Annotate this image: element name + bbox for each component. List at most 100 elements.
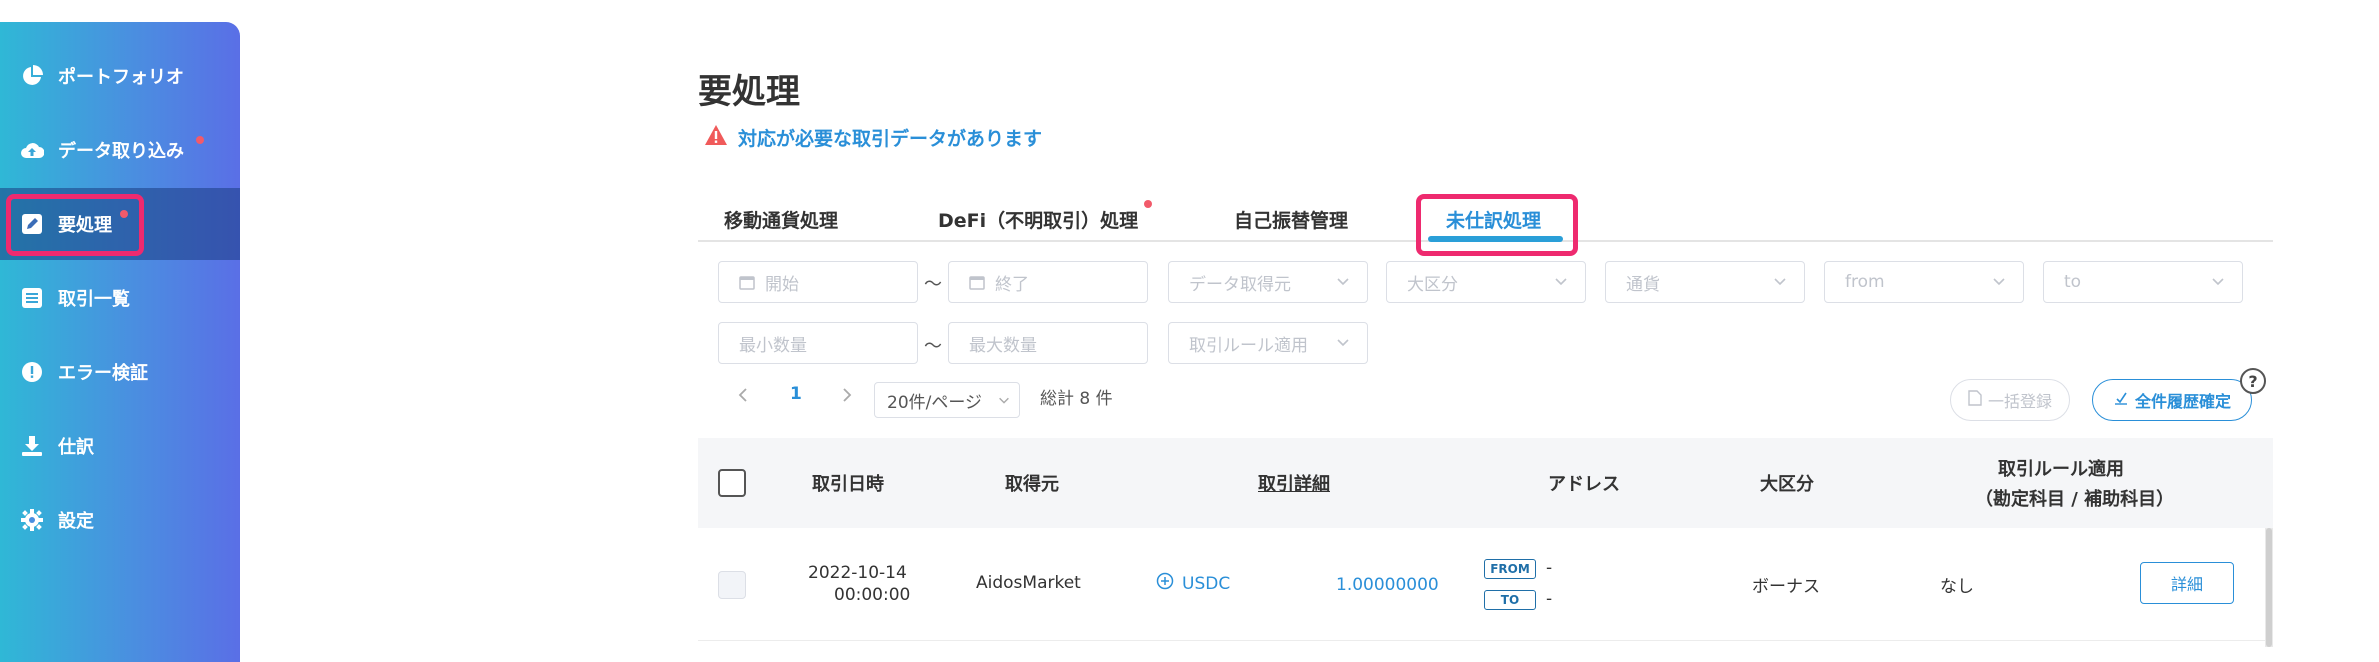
source-placeholder: データ取得元 bbox=[1189, 274, 1291, 295]
tab-defi[interactable]: DeFi（不明取引）処理 bbox=[938, 206, 1138, 233]
table-header bbox=[698, 438, 2273, 528]
page-number[interactable]: 1 bbox=[790, 384, 802, 404]
rule-select[interactable]: 取引ルール適用 bbox=[1168, 322, 1368, 364]
sidebar-item-data-import[interactable]: データ取り込み bbox=[0, 114, 240, 186]
end-date-placeholder: 終了 bbox=[995, 274, 1029, 295]
header-detail[interactable]: 取引詳細 bbox=[1258, 470, 1330, 496]
tab-self-transfer[interactable]: 自己振替管理 bbox=[1234, 206, 1348, 233]
from-placeholder: from bbox=[1845, 272, 1885, 292]
list-icon bbox=[20, 286, 44, 310]
highlight-box-tab bbox=[1416, 194, 1578, 256]
download-icon bbox=[20, 434, 44, 458]
confirm-all-button[interactable]: 全件履歴確定 bbox=[2092, 379, 2252, 421]
chevron-down-icon bbox=[1991, 273, 2007, 294]
sidebar-item-label: 設定 bbox=[58, 511, 94, 532]
max-quantity-placeholder: 最大数量 bbox=[969, 335, 1037, 356]
sidebar-item-portfolio[interactable]: ポートフォリオ bbox=[0, 40, 240, 112]
row-checkbox[interactable] bbox=[718, 571, 746, 599]
calendar-icon bbox=[969, 274, 985, 290]
row-divider bbox=[698, 640, 2265, 641]
row-currency-label: USDC bbox=[1182, 573, 1231, 594]
row-time: 00:00:00 bbox=[834, 585, 911, 605]
sidebar-item-label: データ取り込み bbox=[58, 141, 184, 162]
select-all-checkbox[interactable] bbox=[718, 469, 746, 497]
sidebar-item-label: エラー検証 bbox=[58, 363, 148, 384]
document-icon bbox=[1968, 390, 1982, 410]
page-title: 要処理 bbox=[698, 72, 800, 112]
alert-circle-icon bbox=[20, 360, 44, 384]
confirm-all-label: 全件履歴確定 bbox=[2134, 392, 2231, 411]
start-date-placeholder: 開始 bbox=[765, 274, 799, 295]
row-source: AidosMarket bbox=[976, 573, 1081, 593]
chevron-down-icon bbox=[1772, 273, 1788, 294]
row-date: 2022-10-14 bbox=[808, 563, 907, 583]
to-select[interactable]: to bbox=[2043, 261, 2243, 303]
chevron-down-icon bbox=[1553, 273, 1569, 294]
chevron-down-icon bbox=[1335, 273, 1351, 294]
sidebar-item-label: 仕訳 bbox=[58, 437, 94, 458]
header-category: 大区分 bbox=[1760, 474, 1814, 495]
to-tag: TO bbox=[1484, 590, 1536, 610]
header-address: アドレス bbox=[1548, 474, 1620, 495]
plus-circle-icon bbox=[1156, 572, 1174, 595]
header-rule-line1: 取引ルール適用 bbox=[1998, 459, 2124, 480]
row-from-address: - bbox=[1546, 558, 1553, 578]
table-scrollbar-thumb[interactable] bbox=[2266, 528, 2272, 647]
check-edit-icon bbox=[2113, 390, 2129, 410]
chevron-down-icon bbox=[997, 392, 1011, 412]
prev-page-icon[interactable] bbox=[736, 386, 750, 409]
sidebar-item-settings[interactable]: 設定 bbox=[0, 484, 240, 556]
chevron-down-icon bbox=[2210, 273, 2226, 294]
min-quantity-placeholder: 最小数量 bbox=[739, 335, 807, 356]
row-category: ボーナス bbox=[1752, 577, 1820, 597]
min-quantity-input[interactable]: 最小数量 bbox=[718, 322, 918, 364]
warning-message: 対応が必要な取引データがあります bbox=[704, 124, 1042, 151]
category-placeholder: 大区分 bbox=[1407, 274, 1458, 295]
range-separator: 〜 bbox=[924, 274, 942, 295]
cloud-upload-icon bbox=[20, 138, 44, 162]
currency-placeholder: 通貨 bbox=[1626, 274, 1660, 295]
row-rule: なし bbox=[1940, 577, 1974, 597]
from-tag: FROM bbox=[1484, 559, 1536, 579]
gear-icon bbox=[20, 508, 44, 532]
sidebar-item-transactions[interactable]: 取引一覧 bbox=[0, 262, 240, 334]
pie-chart-icon bbox=[20, 64, 44, 88]
sidebar-item-label: ポートフォリオ bbox=[58, 67, 184, 88]
row-amount: 1.00000000 bbox=[1336, 575, 1439, 595]
bulk-register-button[interactable]: 一括登録 bbox=[1950, 379, 2070, 421]
start-date-input[interactable]: 開始 bbox=[718, 261, 918, 303]
sidebar-item-error-check[interactable]: エラー検証 bbox=[0, 336, 240, 408]
to-placeholder: to bbox=[2064, 272, 2082, 292]
category-select[interactable]: 大区分 bbox=[1386, 261, 1586, 303]
page-size-value: 20件/ページ bbox=[887, 392, 983, 413]
sidebar-item-label: 取引一覧 bbox=[58, 289, 130, 310]
source-select[interactable]: データ取得元 bbox=[1168, 261, 1368, 303]
notification-dot bbox=[196, 136, 204, 144]
detail-button[interactable]: 詳細 bbox=[2140, 562, 2234, 604]
end-date-input[interactable]: 終了 bbox=[948, 261, 1148, 303]
help-icon[interactable]: ? bbox=[2240, 368, 2266, 394]
header-source: 取得元 bbox=[1005, 474, 1059, 495]
range-separator: 〜 bbox=[924, 336, 942, 357]
currency-select[interactable]: 通貨 bbox=[1605, 261, 1805, 303]
tab-moving-currency[interactable]: 移動通貨処理 bbox=[724, 206, 838, 233]
sidebar-item-journal[interactable]: 仕訳 bbox=[0, 410, 240, 482]
header-rule-line2: （勘定科目 / 補助科目） bbox=[1975, 489, 2175, 510]
bulk-register-label: 一括登録 bbox=[1987, 392, 2052, 411]
calendar-icon bbox=[739, 274, 755, 290]
warning-icon bbox=[704, 124, 728, 151]
notification-dot bbox=[1144, 200, 1152, 208]
highlight-box-sidebar bbox=[6, 194, 144, 256]
page-size-select[interactable]: 20件/ページ bbox=[874, 382, 1020, 418]
max-quantity-input[interactable]: 最大数量 bbox=[948, 322, 1148, 364]
row-to-address: - bbox=[1546, 589, 1553, 609]
sidebar: ポートフォリオ データ取り込み 要処理 取引一覧 エラー検証 仕訳 設定 bbox=[0, 22, 240, 662]
header-datetime[interactable]: 取引日時 bbox=[812, 470, 884, 496]
next-page-icon[interactable] bbox=[840, 386, 854, 409]
chevron-down-icon bbox=[1335, 334, 1351, 355]
total-count: 総計 8 件 bbox=[1040, 389, 1113, 409]
rule-placeholder: 取引ルール適用 bbox=[1189, 335, 1308, 356]
from-select[interactable]: from bbox=[1824, 261, 2024, 303]
row-currency[interactable]: USDC bbox=[1156, 572, 1230, 595]
warning-text: 対応が必要な取引データがあります bbox=[738, 128, 1043, 150]
